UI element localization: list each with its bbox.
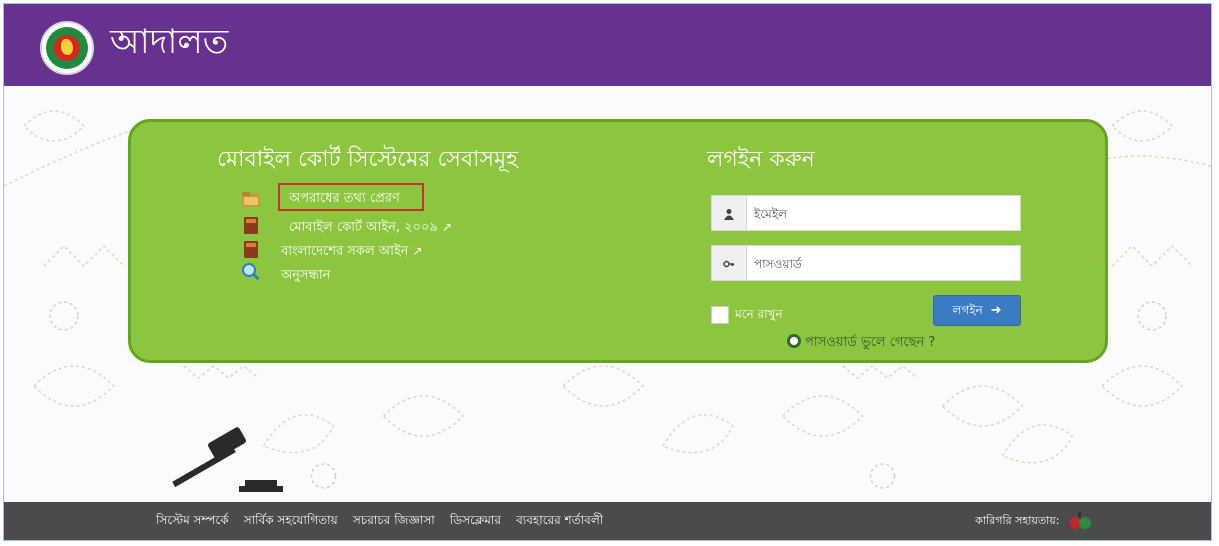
app-title[interactable]: আদালত [110,18,228,66]
service-item-label[interactable]: অনুসন্ধান [281,267,330,285]
service-item-label[interactable]: অপরাধের তথ্য প্রেরণ [289,190,400,208]
login-button[interactable]: লগইন ➜ [933,295,1021,326]
footer-link-disclaimer[interactable]: ডিসক্লেমার [450,513,501,527]
remember-me[interactable]: মনে রাখুন [711,304,783,324]
gavel-icon [172,427,283,492]
remember-label[interactable]: মনে রাখুন [735,307,783,321]
main-panel: মোবাইল কোর্ট সিস্টেমের সেবাসমূহ অপরাধের … [128,119,1108,363]
external-link-icon[interactable]: ↗ [413,244,423,258]
key-icon [712,246,747,280]
forgot-password-link[interactable]: পাসওয়ার্ড ভুলে গেছেন ? [787,333,935,353]
footer-link-cooperation[interactable]: সার্বিক সহযোগিতায় [244,513,338,527]
email-input[interactable] [752,198,1016,230]
law-book-icon [244,217,258,234]
password-input[interactable] [752,248,1016,280]
top-header: আদালত [4,4,1211,86]
tech-support-label: কারিগরি সহায়তায়: [975,514,1060,527]
folder-icon [242,192,260,207]
lifebuoy-icon [787,334,801,348]
tech-support: কারিগরি সহায়তায়: [975,502,1093,540]
govt-seal-icon[interactable] [40,21,94,75]
a2i-logo-icon[interactable] [1067,511,1093,531]
services-title: মোবাইল কোর্ট সিস্টেমের সেবাসমূহ [217,147,518,172]
magnifier-icon [242,263,260,280]
user-icon [712,196,747,230]
footer-link-terms[interactable]: ব্যবহারের শর্তাবলী [516,513,603,527]
footer: সিস্টেম সম্পর্কে সার্বিক সহযোগিতায় সচরা… [4,502,1211,540]
email-field[interactable] [711,195,1021,231]
footer-link-faq[interactable]: সচরাচর জিজ্ঞাসা [353,513,435,527]
law-book-icon [244,241,258,258]
footer-link-about[interactable]: সিস্টেম সম্পর্কে [156,513,229,527]
page-frame: আদালত মোবাইল কোর্ট সিস্টেমের সেবাসমূহ অপ… [3,3,1212,541]
service-item-label[interactable]: মোবাইল কোর্ট আইন, ২০০৯ ↗ [289,218,452,237]
service-item-label[interactable]: বাংলাদেশের সকল আইন ↗ [281,242,423,261]
footer-nav: সিস্টেম সম্পর্কে সার্বিক সহযোগিতায় সচরা… [156,502,613,540]
remember-checkbox[interactable] [711,305,729,324]
login-title: লগইন করুন [707,147,815,172]
password-field[interactable] [711,245,1021,281]
external-link-icon[interactable]: ↗ [442,220,452,234]
sign-in-icon: ➜ [990,303,1002,318]
